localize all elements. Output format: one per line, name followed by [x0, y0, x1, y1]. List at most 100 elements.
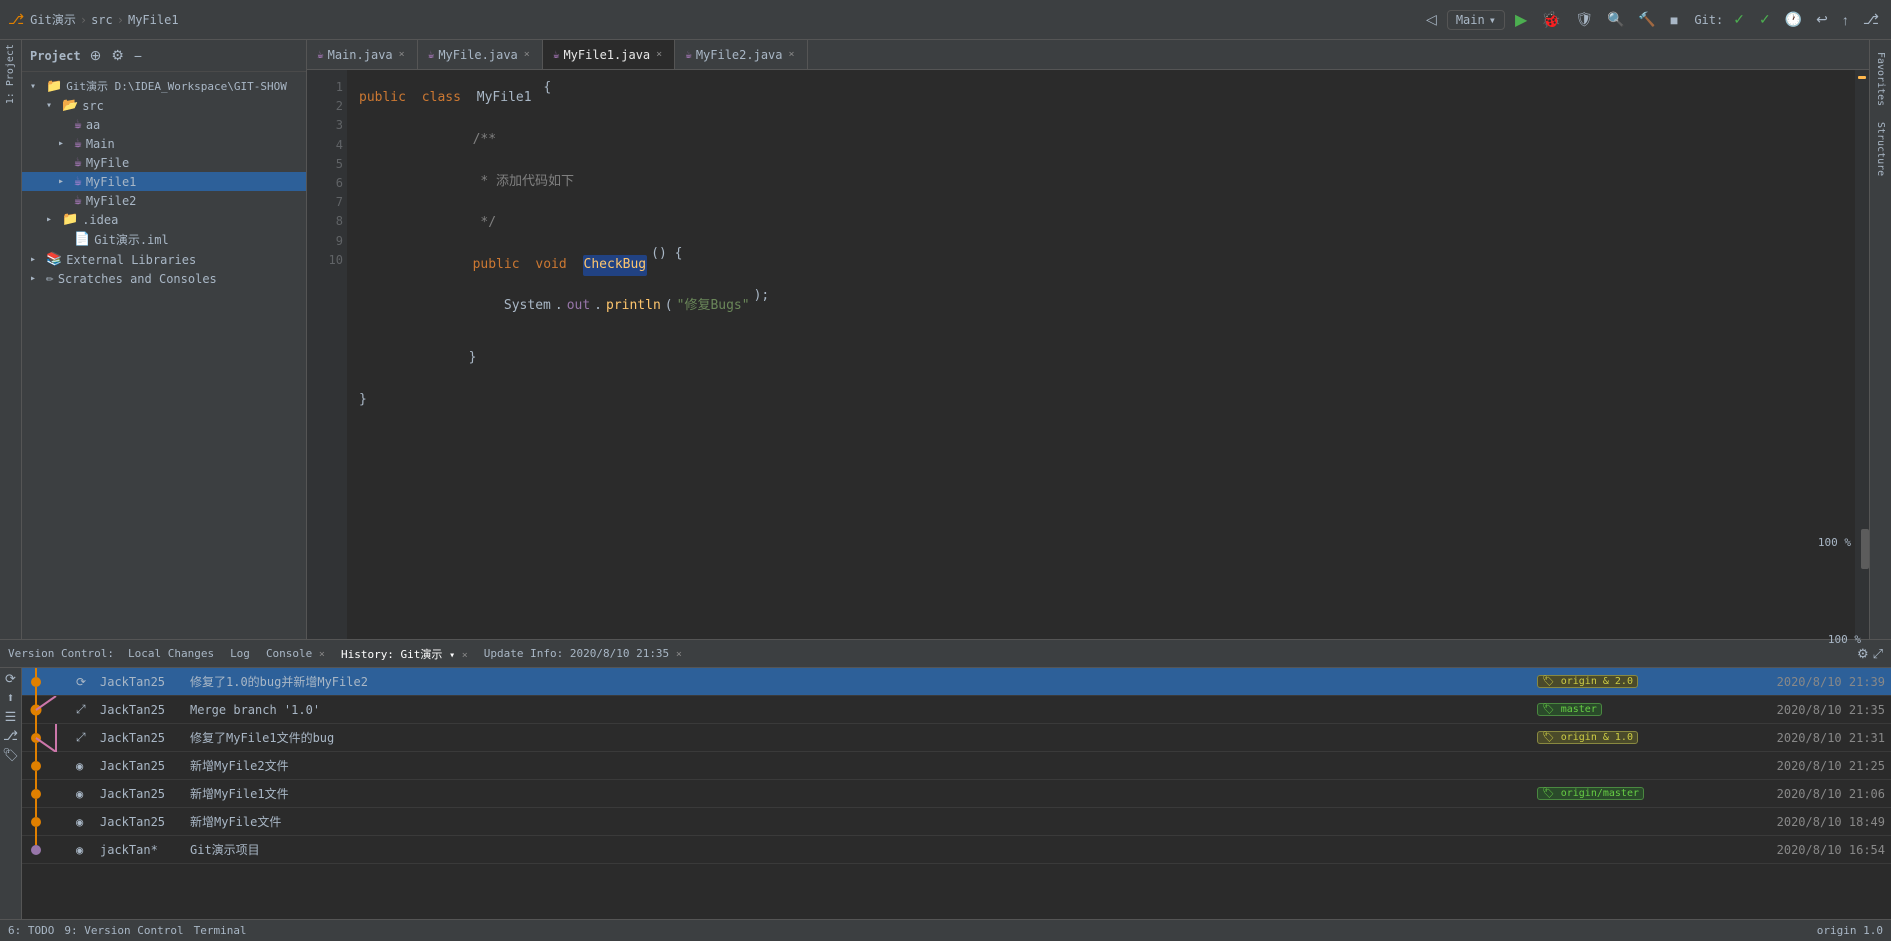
- debug-button[interactable]: 🐞: [1537, 8, 1565, 32]
- breadcrumb: Git演示 › src › MyFile1: [30, 11, 178, 28]
- tab-close-update-info[interactable]: ×: [676, 649, 682, 660]
- git-push-button[interactable]: ↑: [1838, 10, 1853, 30]
- search-button[interactable]: 🔍: [1603, 9, 1628, 30]
- tree-item-src[interactable]: ▾ 📂 src: [22, 96, 306, 115]
- structure-tab[interactable]: Structure: [1873, 118, 1888, 180]
- expand-arrow-scratches: ▸: [30, 273, 42, 284]
- tree-item-idea[interactable]: ▸ 📁 .idea: [22, 210, 306, 229]
- date-col-6: 2020/8/10 16:54: [1731, 843, 1891, 857]
- tab-close-main[interactable]: ×: [397, 48, 407, 61]
- tab-myfile1-java[interactable]: ☕ MyFile1.java ×: [543, 40, 675, 69]
- expand-icon[interactable]: ⤢: [1873, 646, 1883, 662]
- top-toolbar: ⎇ Git演示 › src › MyFile1 ◁ Main ▾ ▶ 🐞 🛡 🔍…: [0, 0, 1891, 40]
- message-col-1: Merge branch '1.0': [184, 703, 1531, 717]
- tree-label-myfile2: MyFile2: [86, 194, 137, 208]
- back-button[interactable]: ◁: [1422, 9, 1441, 30]
- tab-main-java[interactable]: ☕ Main.java ×: [307, 40, 418, 69]
- tree-item-main[interactable]: ▸ ☕ Main: [22, 134, 306, 153]
- message-col-2: 修复了MyFile1文件的bug: [184, 729, 1531, 746]
- scrollbar-thumb[interactable]: [1861, 529, 1869, 569]
- author-col-6: jackTan*: [94, 843, 184, 857]
- tab-history[interactable]: History: Git演示 ▾ ×: [335, 644, 474, 664]
- tab-local-changes[interactable]: Local Changes: [122, 645, 220, 662]
- tree-item-ext-libs[interactable]: ▸ 📚 External Libraries: [22, 250, 306, 269]
- history-dropdown-icon[interactable]: ▾: [449, 650, 455, 661]
- tree-item-myfile[interactable]: ▸ ☕ MyFile: [22, 153, 306, 172]
- tab-myfile-java[interactable]: ☕ MyFile.java ×: [418, 40, 543, 69]
- minimize-icon[interactable]: −: [131, 46, 145, 65]
- tags-col-4: 🏷 origin/master: [1531, 787, 1731, 800]
- toolbar-left: ⎇ Git演示 › src › MyFile1: [8, 11, 179, 28]
- tab-close-myfile[interactable]: ×: [522, 48, 532, 61]
- tab-close-myfile1[interactable]: ×: [654, 48, 664, 61]
- tab-myfile2-java[interactable]: ☕ MyFile2.java ×: [675, 40, 807, 69]
- java-icon-aa: ☕: [74, 117, 82, 132]
- git-label: Git:: [1694, 13, 1723, 27]
- tree-label-iml: Git演示.iml: [94, 231, 169, 248]
- breadcrumb-git[interactable]: Git演示: [30, 11, 76, 28]
- git-revert-button[interactable]: ↩: [1812, 9, 1832, 30]
- tab-close-history[interactable]: ×: [462, 650, 468, 661]
- author-col-3: JackTan25: [94, 759, 184, 773]
- run-button[interactable]: ▶: [1511, 8, 1531, 32]
- toolbar-right: ◁ Main ▾ ▶ 🐞 🛡 🔍 🔨 ■ Git: ✓ ✓ 🕐 ↩ ↑ ⎇: [1422, 8, 1883, 32]
- tab-update-info[interactable]: Update Info: 2020/8/10 21:35 ×: [478, 645, 688, 662]
- tree-item-myfile2[interactable]: ▸ ☕ MyFile2: [22, 191, 306, 210]
- tree-item-aa[interactable]: ▸ ☕ aa: [22, 115, 306, 134]
- favorites-tab[interactable]: Favorites: [1873, 48, 1888, 110]
- author-col-0: JackTan25: [94, 675, 184, 689]
- git-log-row-0[interactable]: ⟳ JackTan25 修复了1.0的bug并新增MyFile2 🏷 origi…: [22, 668, 1891, 696]
- expand-arrow-myfile1: ▸: [58, 176, 70, 187]
- run-config[interactable]: Main ▾: [1447, 10, 1505, 30]
- git-history-button[interactable]: 🕐: [1781, 9, 1806, 30]
- project-tab[interactable]: 1: Project: [3, 40, 18, 108]
- branch-icon[interactable]: ⎇: [3, 729, 18, 744]
- breadcrumb-file[interactable]: MyFile1: [128, 13, 179, 27]
- tab-bar: ☕ Main.java × ☕ MyFile.java × ☕ MyFile1.…: [307, 40, 1869, 70]
- status-terminal[interactable]: Terminal: [194, 924, 247, 937]
- git-log-row-5[interactable]: ◉ JackTan25 新增MyFile文件 2020/8/10 18:49: [22, 808, 1891, 836]
- date-col-4: 2020/8/10 21:06: [1731, 787, 1891, 801]
- status-todo[interactable]: 6: TODO: [8, 924, 54, 937]
- author-col-5: JackTan25: [94, 815, 184, 829]
- stop-button[interactable]: ■: [1666, 10, 1682, 30]
- git-log-row-4[interactable]: ◉ JackTan25 新增MyFile1文件 🏷 origin/master …: [22, 780, 1891, 808]
- tree-item-scratches[interactable]: ▸ ✏ Scratches and Consoles: [22, 269, 306, 288]
- tag-icon[interactable]: 🏷: [2, 748, 19, 763]
- message-col-4: 新增MyFile1文件: [184, 785, 1531, 802]
- tab-close-console[interactable]: ×: [319, 649, 325, 660]
- git-log-row-1[interactable]: ⤢ JackTan25 Merge branch '1.0' 🏷 master …: [22, 696, 1891, 724]
- date-col-2: 2020/8/10 21:31: [1731, 731, 1891, 745]
- filter-icon[interactable]: ☰: [5, 710, 17, 725]
- code-line-6: System.out.println("修复Bugs");: [359, 286, 1843, 328]
- git-log-row-2[interactable]: ⤢ JackTan25 修复了MyFile1文件的bug 🏷 origin & …: [22, 724, 1891, 752]
- settings-icon[interactable]: ⚙: [1857, 646, 1869, 662]
- tree-item-root[interactable]: ▾ 📁 Git演示 D:\IDEA_Workspace\GIT-SHOW: [22, 76, 306, 96]
- git-commit-button[interactable]: ✓: [1755, 9, 1775, 30]
- fetch-icon[interactable]: ⟳: [5, 672, 16, 687]
- status-bar: 6: TODO 9: Version Control Terminal orig…: [0, 919, 1891, 941]
- gear-icon[interactable]: ⚙: [108, 46, 127, 65]
- git-branch-button[interactable]: ⎇: [1859, 9, 1883, 30]
- scope-button[interactable]: ⊕: [87, 46, 105, 65]
- tab-label-main: Main.java: [328, 48, 393, 62]
- build-button[interactable]: 🔨: [1634, 9, 1659, 30]
- git-update-button[interactable]: ✓: [1729, 9, 1749, 30]
- tab-console[interactable]: Console ×: [260, 645, 331, 662]
- git-log-row-6[interactable]: ◉ jackTan* Git演示项目 2020/8/10 16:54: [22, 836, 1891, 864]
- git-log-row-3[interactable]: ◉ JackTan25 新增MyFile2文件 2020/8/10 21:25: [22, 752, 1891, 780]
- breadcrumb-src[interactable]: src: [91, 13, 113, 27]
- tree-item-myfile1[interactable]: ▸ ☕ MyFile1: [22, 172, 306, 191]
- terminal-label: Terminal: [194, 924, 247, 937]
- tags-col-1: 🏷 master: [1531, 703, 1731, 716]
- sidebar-header: Project ⊕ ⚙ −: [22, 40, 306, 72]
- editor-area: ☕ Main.java × ☕ MyFile.java × ☕ MyFile1.…: [307, 40, 1869, 639]
- tab-log[interactable]: Log: [224, 645, 256, 662]
- code-content[interactable]: public class MyFile1 { /** * 添加代码如下 */ p…: [347, 70, 1855, 639]
- status-vc[interactable]: 9: Version Control: [64, 924, 183, 937]
- coverage-button[interactable]: 🛡: [1571, 9, 1597, 30]
- tab-close-myfile2[interactable]: ×: [787, 48, 797, 61]
- collapse-icon[interactable]: ⬆: [7, 691, 15, 706]
- tree-item-iml[interactable]: ▸ 📄 Git演示.iml: [22, 229, 306, 250]
- status-origin[interactable]: origin 1.0: [1817, 924, 1883, 937]
